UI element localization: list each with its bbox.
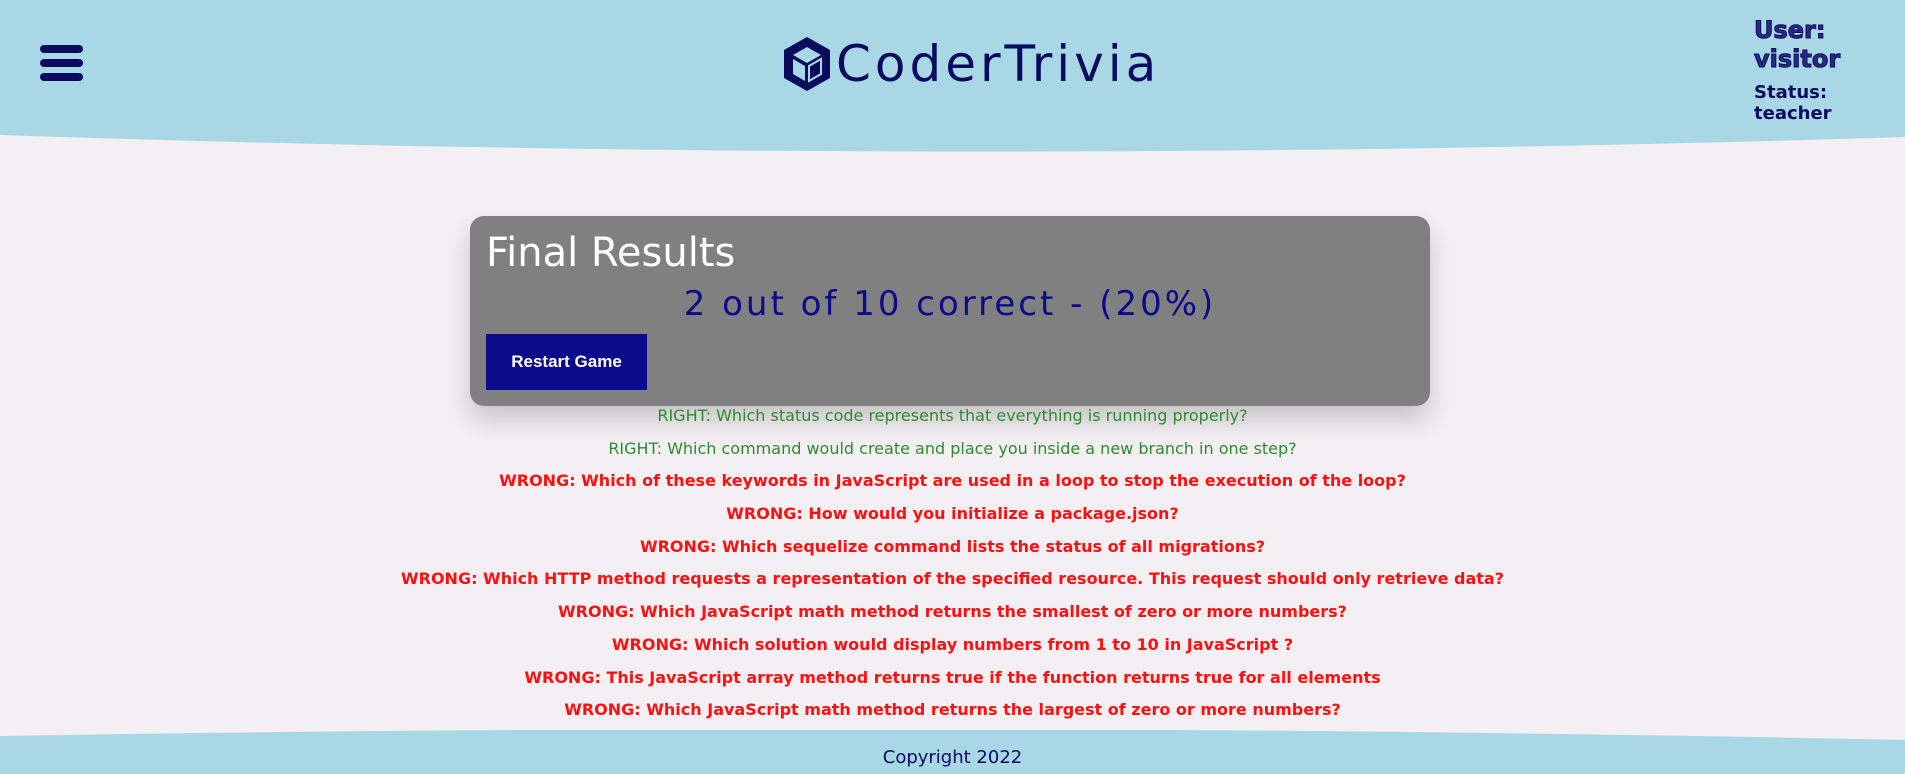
user-label: User:: [1754, 16, 1826, 45]
user-status: Status: teacher: [1754, 82, 1832, 124]
result-item: WRONG: Which JavaScript math method retu…: [564, 700, 1341, 720]
header: CoderTrivia User: visitor Status: teache…: [0, 0, 1905, 160]
card-title: Final Results: [486, 230, 736, 276]
restart-game-button[interactable]: Restart Game: [486, 334, 647, 390]
result-item: WRONG: Which JavaScript math method retu…: [558, 602, 1347, 622]
hamburger-menu-icon[interactable]: [40, 45, 83, 89]
result-item: WRONG: Which HTTP method requests a repr…: [400, 569, 1504, 589]
result-item: RIGHT: Which status code represents that…: [657, 406, 1248, 425]
results-list: RIGHT: Which status code represents that…: [0, 404, 1905, 731]
result-item: WRONG: Which sequelize command lists the…: [639, 536, 1266, 556]
cube-icon: [784, 37, 830, 91]
user-name: visitor: [1754, 45, 1841, 74]
logo-text: CoderTrivia: [836, 35, 1161, 93]
score-text: 2 out of 10 correct - (20%): [683, 284, 1217, 324]
final-results-card: Final Results 2 out of 10 correct - (20%…: [470, 216, 1430, 406]
footer: Copyright 2022: [0, 730, 1905, 774]
result-item: WRONG: How would you initialize a packag…: [726, 504, 1179, 524]
result-item: WRONG: Which of these keywords in JavaSc…: [499, 471, 1406, 491]
result-item: WRONG: Which solution would display numb…: [611, 634, 1294, 654]
result-item: RIGHT: Which command would create and pl…: [608, 438, 1297, 458]
copyright-text: Copyright 2022: [882, 747, 1023, 768]
user-info: User: visitor Status: teacher: [1754, 16, 1905, 125]
result-item: WRONG: This JavaScript array method retu…: [524, 667, 1381, 687]
logo[interactable]: CoderTrivia: [782, 34, 1160, 94]
